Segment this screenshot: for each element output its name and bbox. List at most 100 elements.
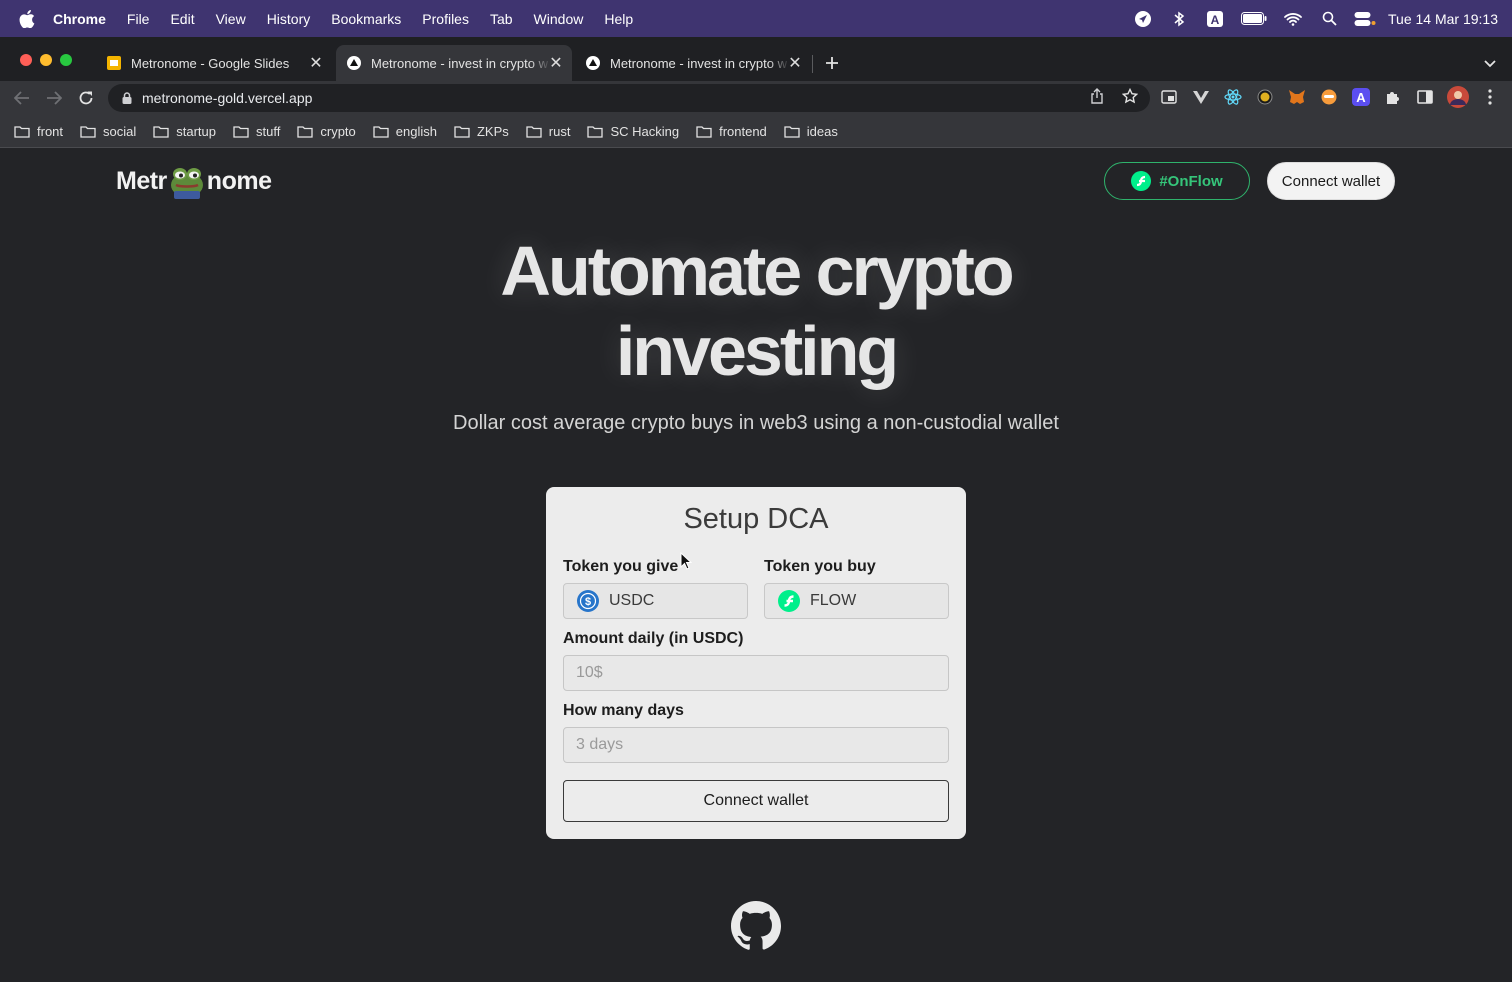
menu-edit[interactable]: Edit [170, 11, 194, 27]
menu-app-chrome[interactable]: Chrome [53, 11, 106, 27]
forward-arrow-icon[interactable] [43, 87, 65, 109]
share-icon[interactable] [1088, 87, 1106, 105]
menu-history[interactable]: History [267, 11, 311, 27]
bookmark-label: social [103, 123, 137, 139]
folder-icon [233, 125, 249, 138]
connect-wallet-card-button[interactable]: Connect wallet [563, 780, 949, 822]
new-tab-icon[interactable] [822, 53, 842, 73]
bookmark-label: rust [548, 123, 571, 139]
days-input[interactable] [563, 727, 949, 763]
tab-google-slides[interactable]: Metronome - Google Slides ✕ [96, 45, 332, 81]
menu-help[interactable]: Help [604, 11, 633, 27]
side-panel-icon[interactable] [1416, 88, 1434, 106]
hero-subtitle: Dollar cost average crypto buys in web3 … [453, 412, 1059, 434]
folder-icon [80, 125, 96, 138]
hero-line-1: Automate crypto [500, 232, 1014, 310]
bookmarks-bar: front social startup stuff crypto englis… [0, 115, 1512, 148]
react-devtools-icon[interactable] [1224, 88, 1242, 106]
amount-daily-input[interactable] [563, 655, 949, 691]
tab-metronome[interactable]: Metronome - invest in crypto w ✕ [575, 45, 811, 81]
control-center-icon[interactable] [1354, 8, 1376, 30]
menubar-clock[interactable]: Tue 14 Mar 19:13 [1388, 11, 1498, 27]
apple-icon[interactable] [18, 9, 36, 28]
card-title: Setup DCA [683, 503, 829, 535]
tab-separator [812, 55, 813, 73]
menu-tab[interactable]: Tab [490, 11, 513, 27]
bookmark-folder-frontend[interactable]: frontend [696, 124, 767, 139]
menu-file[interactable]: File [127, 11, 150, 27]
menu-profiles[interactable]: Profiles [422, 11, 469, 27]
chrome-menu-kebab-icon[interactable] [1481, 88, 1499, 106]
close-tab-icon[interactable]: ✕ [548, 55, 564, 72]
metamask-fox-icon[interactable] [1288, 88, 1306, 106]
bookmark-folder-social[interactable]: social [80, 124, 136, 139]
tab-title: Metronome - invest in crypto w [371, 55, 549, 71]
tab-strip: Metronome - Google Slides ✕ Metronome - … [0, 37, 1512, 81]
menu-window[interactable]: Window [534, 11, 584, 27]
logo-text-left: Metr [116, 166, 167, 195]
onflow-button[interactable]: #OnFlow [1104, 162, 1250, 200]
github-icon[interactable] [731, 901, 781, 951]
bookmark-folder-startup[interactable]: startup [153, 124, 216, 139]
location-arrow-icon[interactable] [1132, 8, 1154, 30]
give-token-select[interactable]: $ USDC [563, 583, 748, 619]
bookmark-label: front [37, 123, 64, 139]
metronome-page: Metr nome #OnFlow Connect wallet Automat… [0, 149, 1512, 982]
buy-token-label: Token you buy [764, 558, 876, 575]
bookmark-folder-english[interactable]: english [373, 124, 437, 139]
spotlight-search-icon[interactable] [1318, 8, 1340, 30]
bookmark-folder-front[interactable]: front [14, 124, 63, 139]
logo-text-right: nome [206, 166, 272, 195]
arc-extension-icon[interactable]: A [1352, 88, 1370, 106]
reload-icon[interactable] [75, 87, 97, 109]
flow-token-icon [1131, 171, 1152, 191]
bookmark-folder-ideas[interactable]: ideas [784, 124, 838, 139]
metronome-logo[interactable]: Metr nome [116, 163, 272, 199]
back-arrow-icon[interactable] [11, 87, 33, 109]
hero-heading: Automate crypto investing [356, 231, 1156, 391]
minimize-window-button[interactable] [40, 54, 52, 66]
buy-token-select[interactable]: FLOW [764, 583, 949, 619]
close-tab-icon[interactable]: ✕ [787, 55, 803, 72]
lock-icon[interactable] [120, 92, 134, 104]
menu-bookmarks[interactable]: Bookmarks [331, 11, 401, 27]
bookmark-folder-stuff[interactable]: stuff [233, 124, 280, 139]
url-text: metronome-gold.vercel.app [142, 90, 313, 106]
folder-icon [454, 125, 470, 138]
folder-icon [587, 125, 604, 138]
onflow-label: #OnFlow [1159, 172, 1223, 190]
mouse-cursor-icon [680, 552, 692, 570]
maximize-window-button[interactable] [60, 54, 72, 66]
bookmark-label: ideas [806, 123, 838, 139]
extension-circle-icon[interactable] [1256, 88, 1274, 106]
keyboard-input-icon[interactable]: A [1204, 8, 1226, 30]
folder-icon [373, 125, 389, 138]
bookmark-folder-sc-hacking[interactable]: SC Hacking [587, 124, 679, 139]
amount-label: Amount daily (in USDC) [563, 630, 744, 647]
tab-metronome-active[interactable]: Metronome - invest in crypto w ✕ [336, 45, 572, 81]
battery-icon[interactable] [1240, 8, 1268, 30]
bookmark-label: frontend [719, 123, 767, 139]
tab-search-chevron-down-icon[interactable] [1480, 54, 1500, 74]
bookmark-folder-rust[interactable]: rust [526, 123, 571, 139]
extensions-puzzle-icon[interactable] [1384, 88, 1402, 106]
bookmark-folder-crypto[interactable]: crypto [297, 124, 356, 139]
close-window-button[interactable] [20, 54, 32, 66]
svg-text:A: A [1356, 90, 1366, 105]
address-bar[interactable]: metronome-gold.vercel.app [108, 84, 1150, 112]
vue-devtools-icon[interactable] [1192, 88, 1210, 106]
bookmark-star-icon[interactable] [1121, 87, 1139, 105]
folder-icon [297, 125, 314, 138]
menu-view[interactable]: View [216, 11, 246, 27]
close-tab-icon[interactable]: ✕ [308, 55, 324, 72]
bookmark-folder-zkps[interactable]: ZKPs [454, 124, 509, 139]
vercel-icon [346, 55, 362, 71]
folder-icon [14, 125, 30, 138]
profile-avatar-icon[interactable] [1447, 86, 1469, 108]
bookmark-label: SC Hacking [610, 123, 680, 139]
extension-face-icon[interactable] [1320, 88, 1338, 106]
wifi-icon[interactable] [1282, 8, 1304, 30]
picture-in-picture-icon[interactable] [1160, 88, 1178, 106]
bluetooth-icon[interactable] [1168, 8, 1190, 30]
connect-wallet-header-button[interactable]: Connect wallet [1267, 162, 1395, 200]
